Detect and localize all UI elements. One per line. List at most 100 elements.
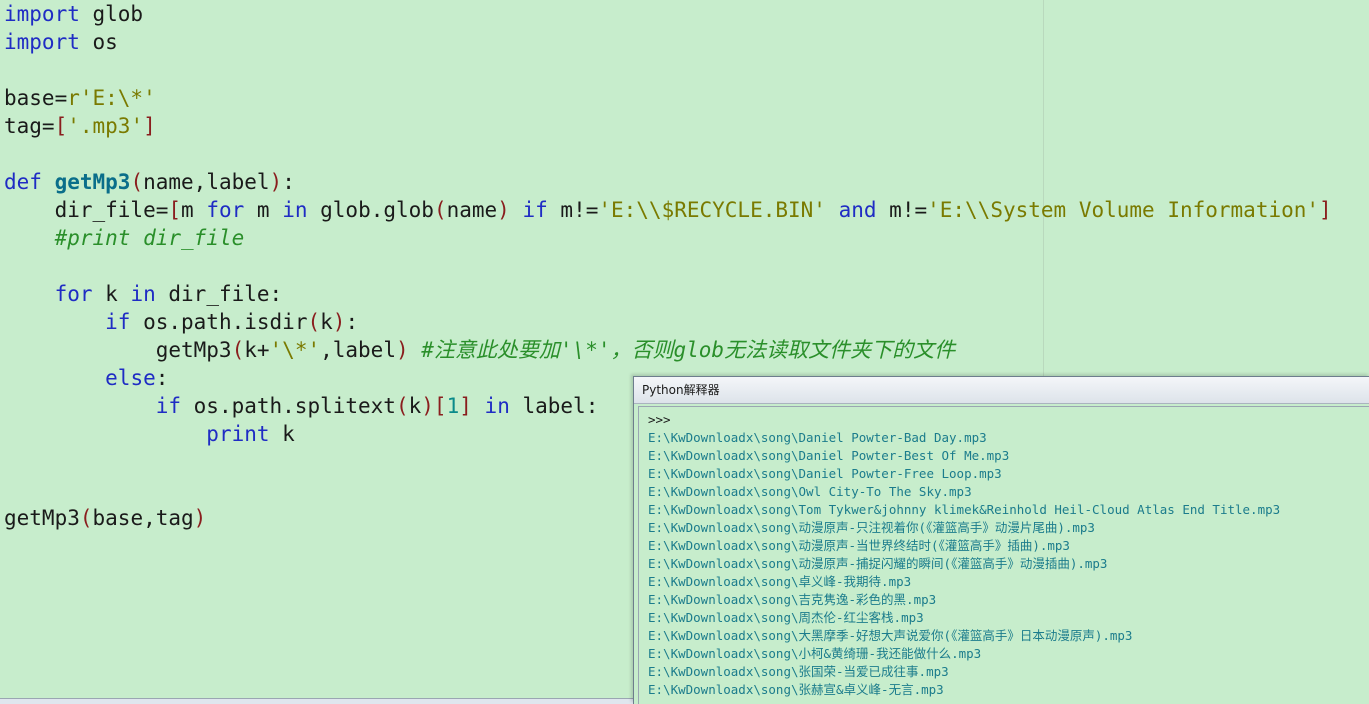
code-token: else [105,366,156,390]
code-line: #print dir_file [4,224,245,252]
code-token: m!= [876,198,928,222]
code-token: import [4,30,80,54]
code-line: tag=['.mp3'] [4,112,156,140]
code-token: def [4,170,42,194]
code-token: name [446,198,498,222]
code-token: #print dir_file [4,226,245,250]
code-token: base= [4,86,68,110]
code-token: name,label [143,170,270,194]
code-token: '\*' [269,338,321,362]
code-token: m [244,198,283,222]
code-token: print [206,422,270,446]
code-token: ) [269,170,283,194]
code-token: ] [143,114,156,138]
code-token: if [105,310,131,334]
code-token: import [4,2,80,26]
status-bar [0,698,634,704]
shell-output-line: E:\KwDownloadx\song\吉克隽逸-彩色的黑.mp3 [648,592,937,607]
shell-output-line: E:\KwDownloadx\song\动漫原声-当世界终结时(《灌篮高手》插曲… [648,538,1070,553]
code-token: ( [395,394,409,418]
code-token: getMp3 [54,170,131,194]
code-token: k [408,394,422,418]
code-line: getMp3(k+'\*',label) #注意此处要加'\*'，否则glob无… [4,336,955,364]
python-shell-window[interactable]: Python解释器 >>> E:\KwDownloadx\song\Daniel… [633,376,1369,704]
code-token: k [92,282,131,306]
code-token: k+ [244,338,270,362]
code-token: dir_file= [4,198,169,222]
shell-output-line: E:\KwDownloadx\song\动漫原声-只注视着你(《灌篮高手》动漫片… [648,520,1095,535]
code-token: label: [509,394,599,418]
code-token: k [269,422,295,446]
shell-title[interactable]: Python解释器 [634,377,1369,404]
code-line: if os.path.splitext(k)[1] in label: [4,392,599,420]
code-token: for [206,198,245,222]
code-token: ( [307,310,321,334]
code-token: #注意此处要加'\*'，否则glob无法读取文件夹下的文件 [421,338,956,362]
shell-output-line: E:\KwDownloadx\song\Daniel Powter-Free L… [648,466,1002,481]
code-token: : [155,366,169,390]
shell-output-line: E:\KwDownloadx\song\大黑摩季-好想大声说爱你(《灌篮高手》日… [648,628,1133,643]
code-token: m!= [547,198,599,222]
code-token: os.path.isdir [130,310,308,334]
code-token: [ [168,198,182,222]
code-token: 'E:\\System Volume Information' [927,198,1320,222]
code-line: dir_file=[m for m in glob.glob(name) if … [4,196,1332,224]
code-token: ) [395,338,409,362]
code-token: if [155,394,182,418]
shell-output-line: E:\KwDownloadx\song\周杰伦-红尘客栈.mp3 [648,610,924,625]
code-line: import os [4,28,118,56]
code-token: in [130,282,156,306]
code-line: getMp3(base,tag) [4,504,206,532]
code-line: base=r'E:\*' [4,84,156,112]
shell-output-line: E:\KwDownloadx\song\Daniel Powter-Bad Da… [648,430,987,445]
code-token: ] [459,394,472,418]
code-token: ( [130,170,144,194]
shell-output-line: E:\KwDownloadx\song\Daniel Powter-Best O… [648,448,1010,463]
code-token: os.path.splitext [181,394,396,418]
shell-output-area[interactable]: >>> E:\KwDownloadx\song\Daniel Powter-Ba… [638,406,1369,704]
code-token: ) [332,310,346,334]
code-token: : [345,310,359,334]
code-line: else: [4,364,168,392]
code-token: ) [497,198,510,222]
code-line: import glob [4,0,143,28]
code-token: r'E:\*' [67,86,156,110]
code-token: ,label [320,338,396,362]
code-token: os [79,30,118,54]
code-token: getMp3 [4,338,232,362]
shell-output-line: E:\KwDownloadx\song\Tom Tykwer&johnny kl… [648,502,1281,517]
code-token: and [838,198,877,222]
code-token: for [54,282,93,306]
code-line: if os.path.isdir(k): [4,308,358,336]
code-token: ) [193,506,207,530]
code-token: if [522,198,548,222]
code-token: getMp3 [4,506,80,530]
code-line: def getMp3(name,label): [4,168,295,196]
code-token: in [484,394,510,418]
code-token: 'E:\\$RECYCLE.BIN' [598,198,826,222]
shell-output-line: E:\KwDownloadx\song\动漫原声-捕捉闪耀的瞬间(《灌篮高手》动… [648,556,1108,571]
shell-output-line: E:\KwDownloadx\song\Owl City-To The Sky.… [648,484,972,499]
shell-output-line: E:\KwDownloadx\song\小柯&黄绮珊-我还能做什么.mp3 [648,646,982,661]
code-token: ( [231,338,245,362]
code-token: k [320,310,333,334]
code-token: [ [54,114,68,138]
code-token: [ [433,394,447,418]
shell-output-line: E:\KwDownloadx\song\卓义峰-我期待.mp3 [648,574,912,589]
shell-output-line: E:\KwDownloadx\song\张国荣-当爱已成往事.mp3 [648,664,949,679]
code-token: m [181,198,207,222]
code-token: dir_file: [155,282,283,306]
code-line: print k [4,420,295,448]
code-token: base,tag [92,506,194,530]
code-token: in [282,198,308,222]
